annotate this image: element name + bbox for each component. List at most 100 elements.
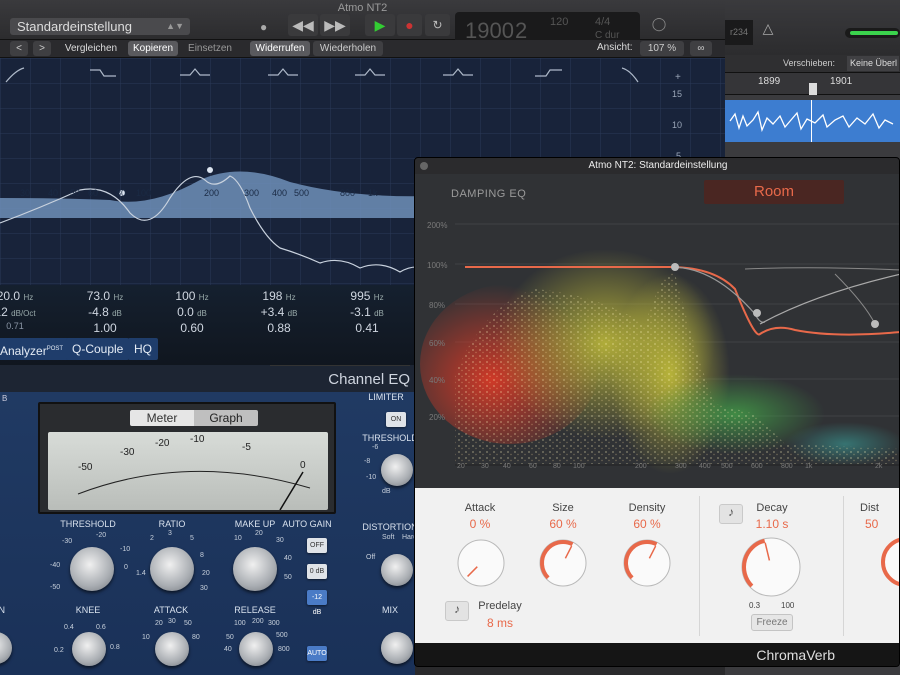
makeup-tick: 20 [255,530,263,537]
release-tick: 500 [276,632,288,639]
distortion-off: Off [366,554,376,561]
freq-tick: 60 [88,188,99,198]
limiter-on-button[interactable]: ON [386,412,406,427]
band-3-values[interactable]: 100 Hz 0.0 dB 0.60 [157,289,227,337]
damping-eq-graph[interactable]: DAMPING EQ Room 200% 100% 80% 60% 40% 20… [415,174,899,488]
auto-gain-off-button[interactable]: OFF [307,538,327,553]
predelay-label: Predelay [478,600,522,612]
side-label: B [2,394,8,403]
analyzer-button[interactable]: AnalyzerPOST [0,338,70,360]
density-label: Density [628,502,666,514]
threshold-knob[interactable] [70,547,114,591]
ratio-tick: 5 [190,535,194,542]
forward-icon[interactable]: ▶▶ [320,14,350,36]
density-knob[interactable] [621,537,673,589]
hq-button[interactable]: HQ [128,338,158,360]
record-icon[interactable]: ● [260,20,280,36]
compare-button[interactable]: Vergleichen [60,41,122,56]
redo-button[interactable]: Wiederholen [313,41,383,56]
band-4-values[interactable]: 198 Hz +3.4 dB 0.88 [244,289,314,337]
y-tick: 100% [427,261,448,270]
bar-ruler[interactable]: 1899 1901 [725,73,900,95]
undo-button[interactable]: Widerrufen [250,41,310,56]
meter-scale-tick: -5 [242,442,251,453]
audio-region[interactable] [725,100,900,142]
copy-button[interactable]: Kopieren [128,41,178,56]
band-freq: 73.0 [86,289,111,303]
distortion-label: DISTORTION [362,522,418,532]
meter-tab[interactable]: Meter [130,410,194,426]
band-5-values[interactable]: 995 Hz -3.1 dB 0.41 [332,289,402,337]
preset-label: Standardeinstellung [17,19,132,34]
band-1-values[interactable]: 20.0 Hz 12 dB/Oct 0.71 [0,289,50,337]
decay-min: 0.3 [749,601,761,610]
freq-tick: 500 [294,188,310,198]
metronome-icon[interactable]: △ [755,20,781,45]
link-icon[interactable]: ∞ [690,41,712,56]
threshold-tick: -50 [50,584,61,591]
size-knob[interactable] [537,537,589,589]
y-tick: 40% [429,376,446,385]
distortion-knob[interactable] [381,554,413,586]
band-2-values[interactable]: 73.0 Hz -4.8 dB 1.00 [70,289,140,337]
next-preset-button[interactable]: > [33,41,51,56]
ratio-tick: 2 [150,535,154,542]
chromaverb-window: Atmo NT2: Standardeinstellung DAMPING EQ… [414,157,900,667]
cycle-icon[interactable]: ↻ [425,14,450,36]
makeup-knob[interactable] [233,547,277,591]
knee-knob[interactable] [72,632,106,666]
mix-knob[interactable] [381,632,413,664]
volume-slider[interactable] [845,28,900,38]
limiter-tick: -10 [366,474,377,481]
release-knob[interactable] [239,632,273,666]
close-icon[interactable] [420,162,428,170]
attack-knob[interactable] [155,632,189,666]
y-tick: 60% [429,339,446,348]
meter-scale-tick: 0 [300,460,306,471]
preset-dropdown[interactable]: Standardeinstellung ▲▼ [10,18,190,35]
x-tick: 1k [805,463,813,470]
prev-preset-button[interactable]: < [10,41,28,56]
overlap-dropdown[interactable]: Keine Überl [847,56,899,71]
svg-text:+: + [675,72,681,83]
size-value: 60 % [549,517,577,531]
unit: dB [112,309,122,318]
attack-knob[interactable] [455,537,507,589]
distortion-soft: Soft [382,534,395,541]
gain-knob[interactable] [0,632,12,664]
makeup-tick: 10 [234,535,242,542]
playhead-icon[interactable] [809,83,817,95]
x-tick: 60 [529,463,537,470]
graph-tab[interactable]: Graph [194,410,258,426]
attack-label: Attack [464,502,496,514]
makeup-tick: 40 [284,555,292,562]
qcouple-button[interactable]: Q-Couple [66,338,130,360]
unit: dB/Oct [11,309,36,318]
band-gain: 12 [0,305,8,319]
ratio-knob[interactable] [150,547,194,591]
limiter-threshold-knob[interactable] [381,454,413,486]
rewind-icon[interactable]: ◀◀ [288,14,318,36]
makeup-tick: 30 [276,537,284,544]
distance-value: 50 [865,517,879,531]
unit: Hz [285,293,296,302]
auto-gain-minus12-button[interactable]: -12 dB [307,590,327,616]
limiter-label: LIMITER [368,392,404,402]
paste-button[interactable]: Einsetzen [184,41,236,56]
band-gain: -3.1 [350,305,371,319]
auto-gain-0db-button[interactable]: 0 dB [307,564,327,579]
freq-tick: 50 [70,188,81,198]
eq-titlebar: Atmo NT2 Standardeinstellung ▲▼ ● ◀◀ ▶▶ … [0,0,725,46]
distance-knob[interactable] [881,537,899,587]
view-zoom-dropdown[interactable]: 107 % [640,41,684,56]
tuner-icon[interactable]: ◯ [648,16,670,36]
attack-tick: 80 [192,634,200,641]
decay-knob[interactable] [739,535,803,599]
divider [843,496,844,636]
auto-release-button[interactable]: AUTO [307,646,327,661]
band-freq: 100 [175,289,196,303]
record-button-icon[interactable]: ● [397,14,422,36]
freeze-button[interactable]: Freeze [751,614,793,631]
density-value: 60 % [633,517,661,531]
play-icon[interactable]: ▶ [365,14,395,36]
